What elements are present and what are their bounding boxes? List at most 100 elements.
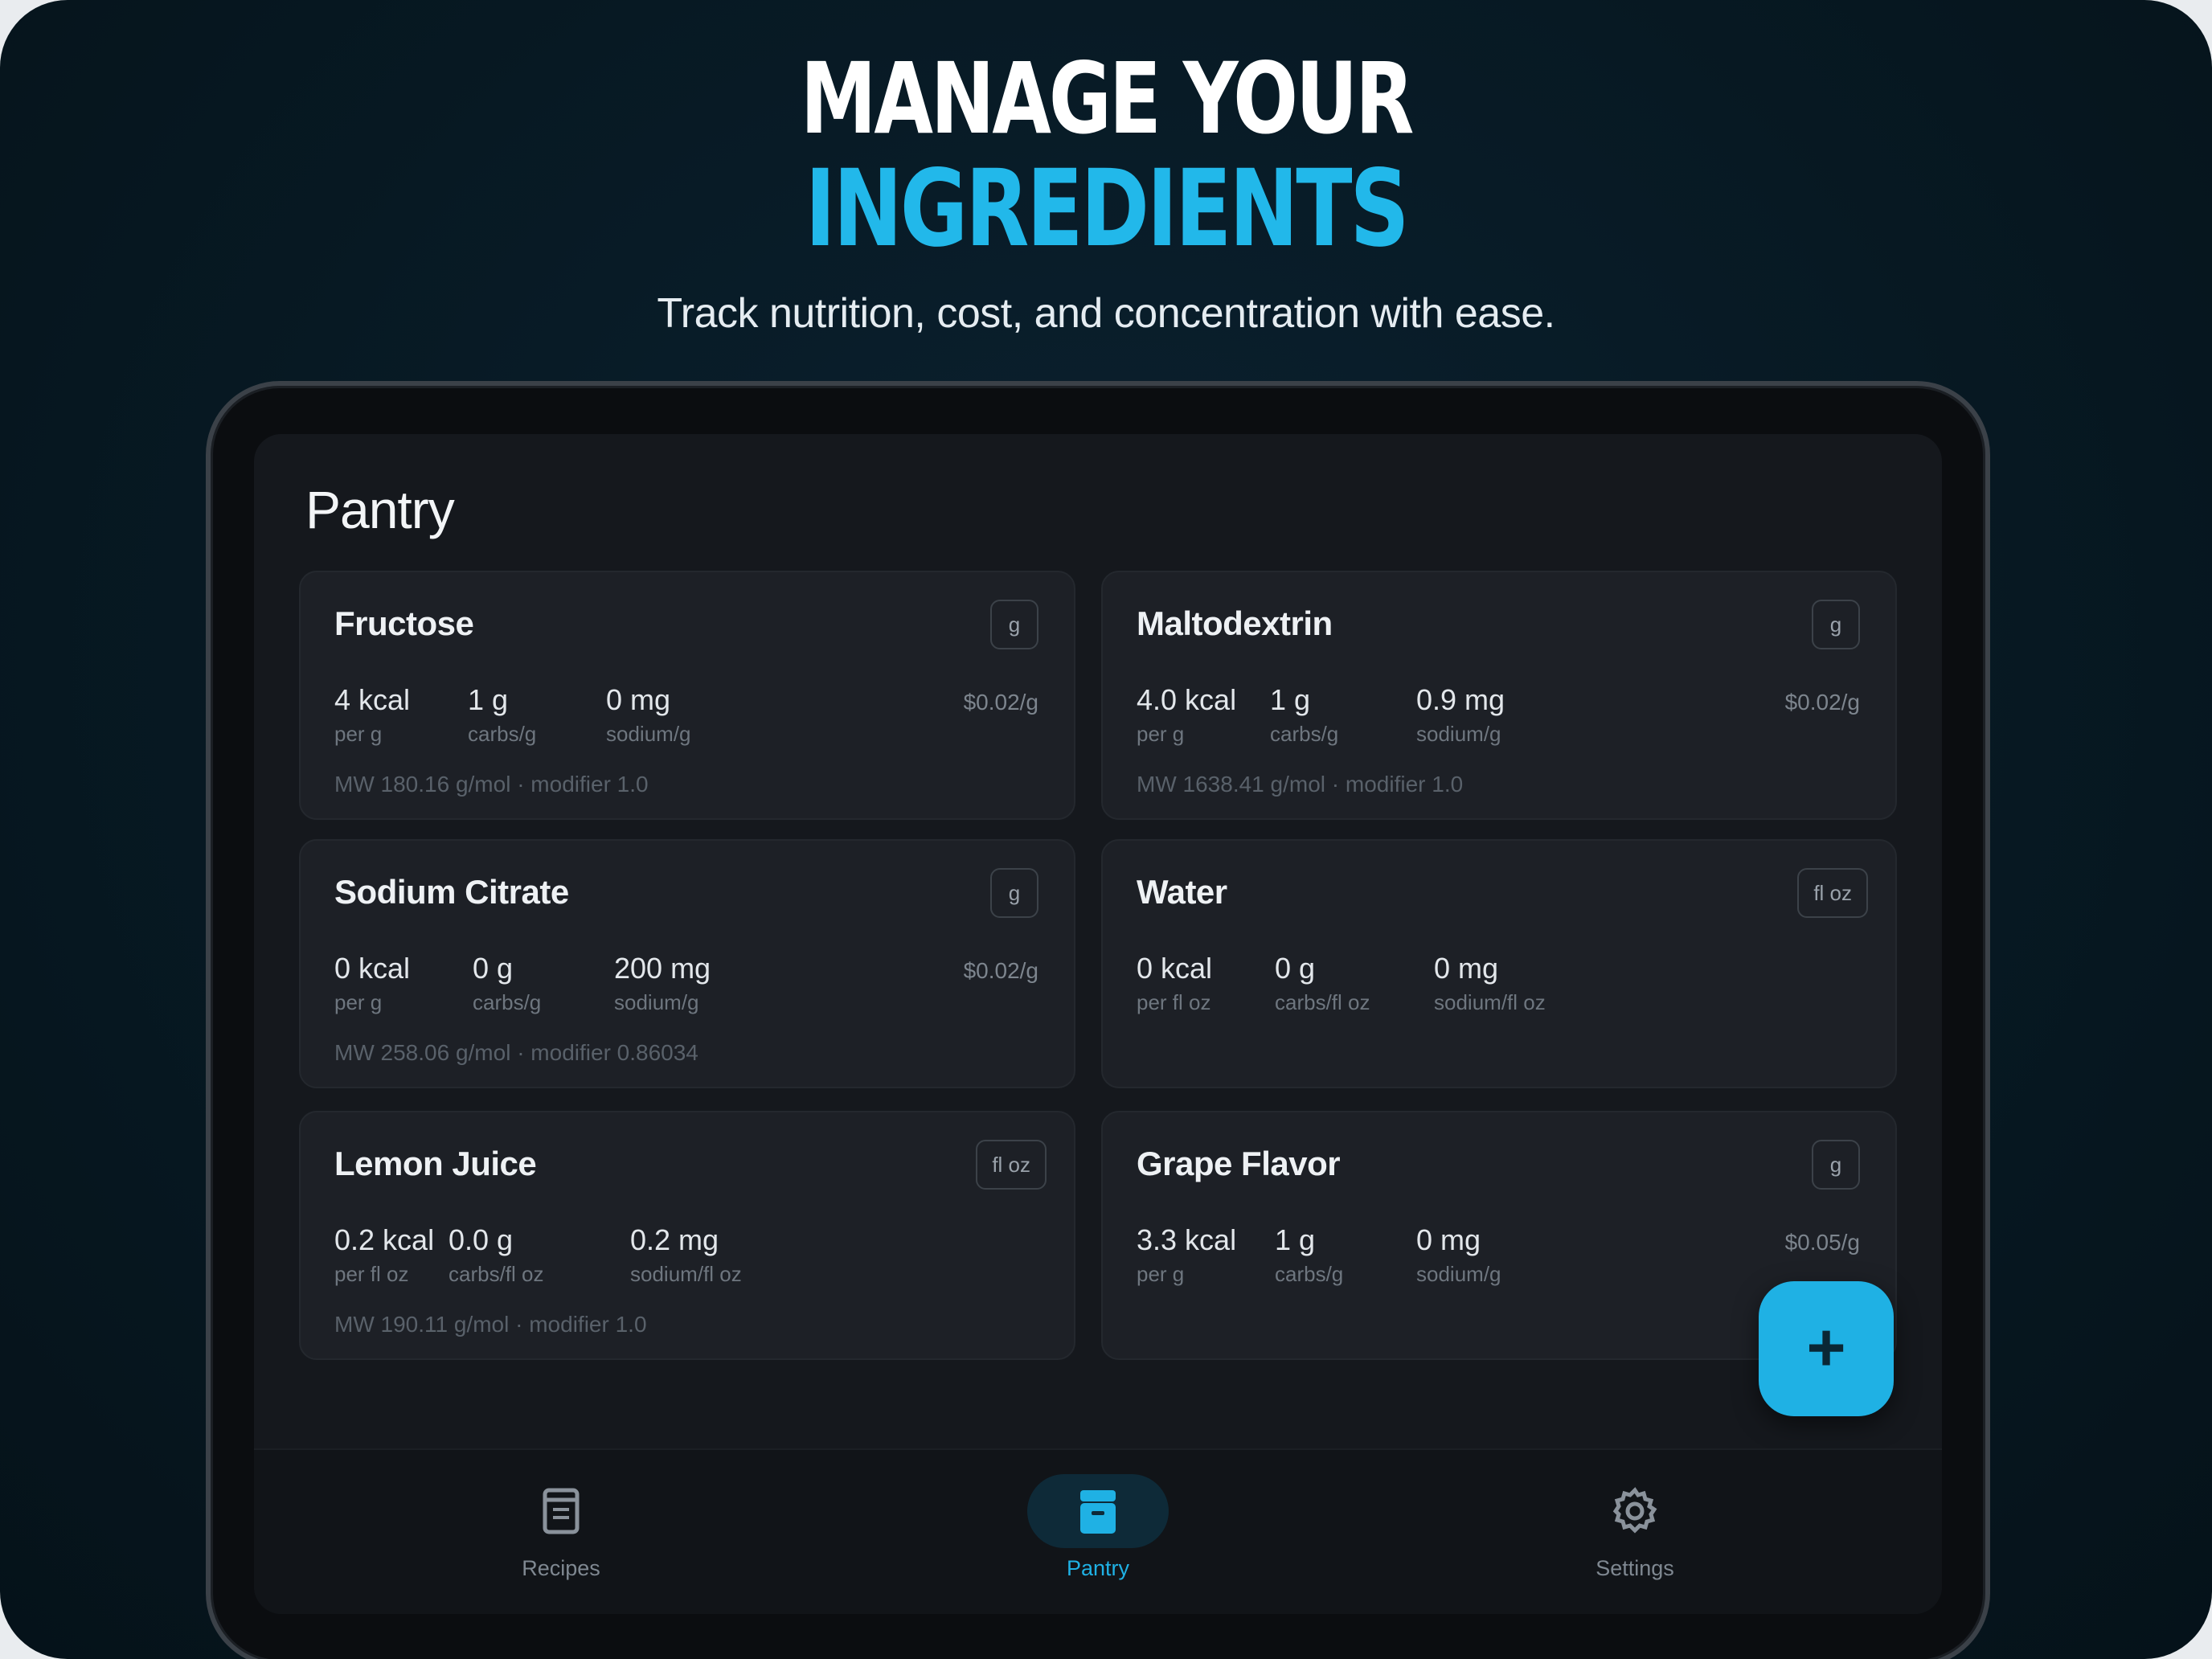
kcal-stat: 4.0 kcal per g xyxy=(1137,683,1236,747)
unit-badge[interactable]: g xyxy=(1812,1140,1860,1190)
sodium-stat: 200 mg sodium/g xyxy=(614,952,711,1015)
ingredient-card[interactable]: Water fl oz 0 kcal per fl oz 0 g carbs/f… xyxy=(1101,839,1897,1088)
kcal-value: 0 kcal xyxy=(334,952,411,985)
carbs-label: carbs/g xyxy=(1275,1262,1344,1286)
unit-badge[interactable]: fl oz xyxy=(1797,868,1868,918)
kcal-label: per g xyxy=(1137,722,1185,746)
kcal-value: 4 kcal xyxy=(334,683,411,716)
carbs-value: 0 g xyxy=(473,952,514,985)
price-per-unit: $0.02/g xyxy=(963,690,1038,715)
tab-label: Recipes xyxy=(522,1556,600,1580)
add-ingredient-button[interactable]: + xyxy=(1759,1281,1894,1416)
carbs-value: 0.0 g xyxy=(449,1223,514,1256)
ingredient-name: Lemon Juice xyxy=(334,1145,537,1182)
price-per-unit: $0.02/g xyxy=(1784,690,1860,715)
kcal-value: 0.2 kcal xyxy=(334,1223,435,1256)
carbs-stat: 1 g carbs/g xyxy=(1270,683,1338,747)
sodium-value: 0 mg xyxy=(1434,952,1499,985)
unit-badge[interactable]: g xyxy=(990,600,1038,649)
app-screen: Pantry Fructose g 4 kcal per g 1 g carbs… xyxy=(254,434,1942,1614)
carbs-label: carbs/g xyxy=(473,990,542,1014)
carbs-label: carbs/fl oz xyxy=(1275,990,1370,1014)
kcal-label: per g xyxy=(1137,1262,1185,1286)
sodium-stat: 0 mg sodium/g xyxy=(1416,1223,1501,1287)
sodium-label: sodium/g xyxy=(1416,1262,1501,1286)
sodium-stat: 0 mg sodium/fl oz xyxy=(1434,952,1546,1015)
tab-icon-container xyxy=(1027,1474,1169,1548)
recipe-icon xyxy=(543,1488,580,1534)
carbs-value: 1 g xyxy=(468,683,509,716)
tab-label: Settings xyxy=(1596,1556,1674,1580)
plus-icon: + xyxy=(1806,1309,1846,1385)
sodium-value: 0.9 mg xyxy=(1416,683,1505,716)
price-per-unit: $0.05/g xyxy=(1784,1230,1860,1255)
molecular-weight-info: MW 1638.41 g/mol · modifier 1.0 xyxy=(1137,772,1464,797)
unit-badge[interactable]: g xyxy=(990,868,1038,918)
kcal-value: 3.3 kcal xyxy=(1137,1223,1237,1256)
sodium-stat: 0.2 mg sodium/fl oz xyxy=(630,1223,742,1287)
tab-icon-container xyxy=(490,1474,632,1548)
sodium-value: 200 mg xyxy=(614,952,711,985)
kcal-value: 4.0 kcal xyxy=(1137,683,1237,716)
ingredient-name: Water xyxy=(1137,873,1227,911)
tab-icon-container xyxy=(1564,1474,1706,1548)
unit-badge[interactable]: fl oz xyxy=(976,1140,1047,1190)
ingredient-card[interactable]: Sodium Citrate g 0 kcal per g 0 g carbs/… xyxy=(299,839,1075,1088)
gear-icon xyxy=(1612,1487,1657,1534)
ingredient-name: Sodium Citrate xyxy=(334,873,569,911)
unit-badge[interactable]: g xyxy=(1812,600,1860,649)
sodium-label: sodium/g xyxy=(606,722,691,746)
kcal-label: per g xyxy=(334,722,383,746)
kcal-label: per fl oz xyxy=(334,1262,409,1286)
sodium-value: 0 mg xyxy=(1416,1223,1481,1256)
carbs-stat: 1 g carbs/g xyxy=(468,683,536,747)
sodium-stat: 0 mg sodium/g xyxy=(606,683,691,747)
tab-recipes[interactable]: Recipes xyxy=(440,1450,682,1614)
carbs-value: 0 g xyxy=(1275,952,1316,985)
kcal-stat: 0 kcal per fl oz xyxy=(1137,952,1212,1015)
pantry-icon xyxy=(1080,1490,1116,1534)
molecular-weight-info: MW 190.11 g/mol · modifier 1.0 xyxy=(334,1312,647,1337)
sodium-label: sodium/g xyxy=(1416,722,1501,746)
kcal-label: per g xyxy=(334,990,383,1014)
tab-label: Pantry xyxy=(1066,1556,1130,1580)
ingredient-card[interactable]: Maltodextrin g 4.0 kcal per g 1 g carbs/… xyxy=(1101,571,1897,820)
ingredient-name: Grape Flavor xyxy=(1137,1145,1341,1182)
headline-line-1: MANAGE YOUR xyxy=(800,42,1415,156)
kcal-stat: 0 kcal per g xyxy=(334,952,410,1015)
carbs-stat: 0 g carbs/fl oz xyxy=(1275,952,1370,1015)
headline-line-2: INGREDIENTS xyxy=(805,147,1410,271)
kcal-label: per fl oz xyxy=(1137,990,1211,1014)
kcal-stat: 4 kcal per g xyxy=(334,683,410,747)
ingredient-card[interactable]: Lemon Juice fl oz 0.2 kcal per fl oz 0.0… xyxy=(299,1111,1075,1360)
ingredient-name: Fructose xyxy=(334,604,474,642)
carbs-stat: 0.0 g carbs/fl oz xyxy=(449,1223,544,1287)
hero-subtitle: Track nutrition, cost, and concentration… xyxy=(657,290,1555,337)
molecular-weight-info: MW 180.16 g/mol · modifier 1.0 xyxy=(334,772,649,797)
ingredient-card[interactable]: Fructose g 4 kcal per g 1 g carbs/g 0 mg… xyxy=(299,571,1075,820)
sodium-stat: 0.9 mg sodium/g xyxy=(1416,683,1505,747)
sodium-label: sodium/fl oz xyxy=(1434,990,1546,1014)
sodium-label: sodium/fl oz xyxy=(630,1262,742,1286)
tab-settings[interactable]: Settings xyxy=(1514,1450,1755,1614)
bottom-tab-bar: Recipes Pantry Settings xyxy=(254,1448,1942,1614)
ingredient-name: Maltodextrin xyxy=(1137,604,1333,642)
sodium-value: 0.2 mg xyxy=(630,1223,719,1256)
carbs-label: carbs/g xyxy=(468,722,537,746)
molecular-weight-info: MW 258.06 g/mol · modifier 0.86034 xyxy=(334,1040,698,1065)
kcal-stat: 3.3 kcal per g xyxy=(1137,1223,1236,1287)
kcal-value: 0 kcal xyxy=(1137,952,1213,985)
carbs-value: 1 g xyxy=(1270,683,1311,716)
kcal-stat: 0.2 kcal per fl oz xyxy=(334,1223,434,1287)
page-title: Pantry xyxy=(305,480,455,539)
carbs-stat: 0 g carbs/g xyxy=(473,952,541,1015)
sodium-value: 0 mg xyxy=(606,683,671,716)
tab-pantry[interactable]: Pantry xyxy=(977,1450,1219,1614)
carbs-label: carbs/fl oz xyxy=(449,1262,544,1286)
carbs-label: carbs/g xyxy=(1270,722,1339,746)
price-per-unit: $0.02/g xyxy=(963,958,1038,983)
sodium-label: sodium/g xyxy=(614,990,699,1014)
promo-background: MANAGE YOUR INGREDIENTS Track nutrition,… xyxy=(0,0,2212,1659)
carbs-stat: 1 g carbs/g xyxy=(1275,1223,1343,1287)
carbs-value: 1 g xyxy=(1275,1223,1316,1256)
